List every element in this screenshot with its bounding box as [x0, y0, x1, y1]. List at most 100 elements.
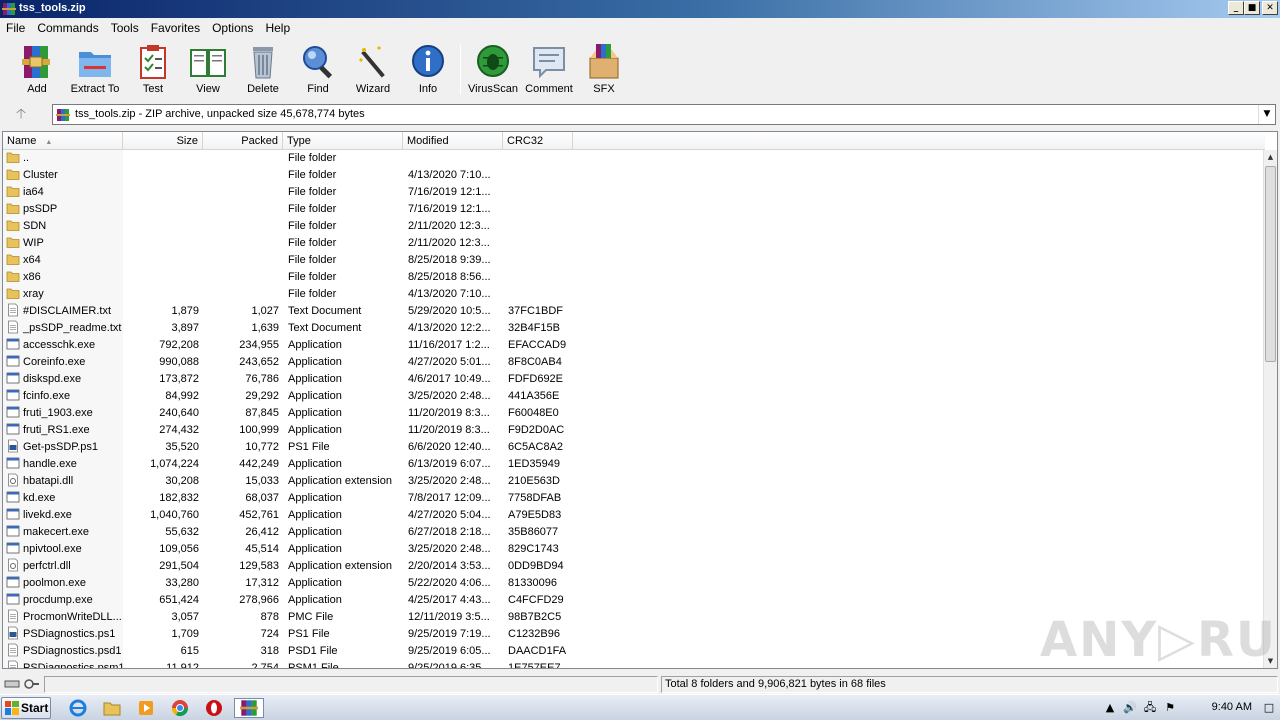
column-crc32[interactable]: CRC32 [503, 132, 573, 150]
file-row[interactable]: npivtool.exe 109,056 45,514 Application 3/25… [3, 541, 1265, 558]
file-size: 35,520 [165, 441, 199, 453]
file-packed: 100,999 [239, 424, 279, 436]
file-row[interactable]: Get-psSDP.ps1 35,520 10,772 PS1 File 6/6/202… [3, 439, 1265, 456]
file-type: Application [288, 543, 342, 555]
file-row[interactable]: #DISCLAIMER.txt 1,879 1,027 Text Document 5/… [3, 303, 1265, 320]
address-dropdown-button[interactable]: ▼ [1258, 105, 1275, 124]
file-size: 3,897 [171, 322, 199, 334]
file-size: 33,280 [165, 577, 199, 589]
file-type: File folder [288, 186, 337, 198]
file-row[interactable]: x86 File folder 8/25/2018 8:56... [3, 269, 1265, 286]
file-name: PSDiagnostics.ps1 [6, 626, 124, 643]
file-modified: 8/25/2018 9:39... [408, 254, 491, 266]
up-level-button[interactable]: 🡡 [8, 105, 34, 123]
scroll-thumb[interactable] [1265, 166, 1276, 362]
menu-commands[interactable]: Commands [31, 21, 104, 35]
delete-button[interactable]: Delete [235, 42, 291, 95]
application-icon [6, 423, 20, 435]
info-button[interactable]: Info [400, 42, 456, 95]
show-desktop-button[interactable]: □ [1262, 700, 1276, 716]
file-row[interactable]: fcinfo.exe 84,992 29,292 Application 3/25/20… [3, 388, 1265, 405]
folder-icon [6, 220, 20, 231]
file-size: 173,872 [159, 373, 199, 385]
menu-favorites[interactable]: Favorites [145, 21, 206, 35]
taskbar-ie[interactable] [68, 698, 90, 718]
file-row[interactable]: WIP File folder 2/11/2020 12:3... [3, 235, 1265, 252]
file-row[interactable]: psSDP File folder 7/16/2019 12:1... [3, 201, 1265, 218]
find-button[interactable]: Find [290, 42, 346, 95]
column-packed[interactable]: Packed [203, 132, 283, 150]
menu-options[interactable]: Options [206, 21, 259, 35]
show-hidden-icons-button[interactable]: ▲ [1102, 700, 1118, 716]
chevron-up-icon: ▲ [1105, 701, 1115, 714]
close-button[interactable]: ✕ [1262, 1, 1278, 15]
menu-help[interactable]: Help [259, 21, 296, 35]
wizard-button[interactable]: Wizard [345, 42, 401, 95]
taskbar-media-player[interactable] [136, 698, 158, 718]
file-size: 792,208 [159, 339, 199, 351]
file-row[interactable]: poolmon.exe 33,280 17,312 Application 5/22/2… [3, 575, 1265, 592]
taskbar-chrome[interactable] [170, 698, 192, 718]
column-size[interactable]: Size [123, 132, 203, 150]
file-row[interactable]: makecert.exe 55,632 26,412 Application 6/27/… [3, 524, 1265, 541]
file-size: 990,088 [159, 356, 199, 368]
action-center-flag-icon[interactable]: ⚑ [1162, 700, 1178, 716]
file-row[interactable]: .. File folder [3, 150, 1265, 167]
file-crc32: C1232B96 [508, 628, 560, 640]
file-row[interactable]: xray File folder 4/13/2020 7:10... [3, 286, 1265, 303]
menu-file[interactable]: File [0, 21, 31, 35]
menu-bar: File Commands Tools Favorites Options He… [0, 18, 1280, 38]
file-row[interactable]: perfctrl.dll 291,504 129,583 Application ex… [3, 558, 1265, 575]
column-name[interactable]: Name ▲ [3, 132, 123, 150]
vertical-scrollbar[interactable]: ▲ ▼ [1263, 150, 1277, 668]
address-field[interactable]: tss_tools.zip - ZIP archive, unpacked si… [52, 104, 1276, 125]
file-row[interactable]: hbatapi.dll 30,208 15,033 Application exten… [3, 473, 1265, 490]
file-type: Application [288, 424, 342, 436]
taskbar-winrar[interactable] [234, 698, 264, 718]
minimize-button[interactable]: _ [1228, 1, 1244, 15]
file-modified: 11/20/2019 8:3... [408, 424, 490, 436]
file-size: 274,432 [159, 424, 199, 436]
volume-icon[interactable]: 🔊 [1122, 700, 1138, 716]
taskbar-opera[interactable] [204, 698, 226, 718]
file-type: File folder [288, 254, 337, 266]
network-icon[interactable]: 🖧 [1142, 700, 1158, 716]
test-button[interactable]: Test [125, 42, 181, 95]
file-row[interactable]: handle.exe 1,074,224 442,249 Application 6/1… [3, 456, 1265, 473]
comment-button[interactable]: Comment [521, 42, 577, 95]
taskbar-explorer[interactable] [102, 698, 124, 718]
file-modified: 3/25/2020 2:48... [408, 543, 491, 555]
virusscan-button[interactable]: VirusScan [465, 42, 521, 95]
column-type[interactable]: Type [283, 132, 403, 150]
view-button[interactable]: View [180, 42, 236, 95]
file-name: livekd.exe [6, 507, 124, 524]
sfx-button[interactable]: SFX [576, 42, 632, 95]
file-packed: 452,761 [239, 509, 279, 521]
file-row[interactable]: fruti_RS1.exe 274,432 100,999 Application 11… [3, 422, 1265, 439]
file-row[interactable]: kd.exe 182,832 68,037 Application 7/8/2017 1… [3, 490, 1265, 507]
column-modified[interactable]: Modified [403, 132, 503, 150]
folder-icon [6, 271, 20, 282]
taskbar: Start ▲ 🔊 🖧 ⚑ 9:40 AM □ [0, 694, 1280, 720]
add-button[interactable]: Add [9, 42, 65, 95]
file-row[interactable]: Cluster File folder 4/13/2020 7:10... [3, 167, 1265, 184]
winrar-icon [2, 3, 16, 15]
file-row[interactable]: _psSDP_readme.txt 3,897 1,639 Text Document… [3, 320, 1265, 337]
file-row[interactable]: procdump.exe 651,424 278,966 Application 4/2… [3, 592, 1265, 609]
restore-button[interactable]: ■ [1244, 1, 1260, 15]
file-list[interactable]: Name ▲ Size Packed Type Modified CRC32 .… [2, 131, 1278, 669]
file-row[interactable]: accesschk.exe 792,208 234,955 Application 11… [3, 337, 1265, 354]
scroll-up-button[interactable]: ▲ [1264, 150, 1277, 164]
file-row[interactable]: SDN File folder 2/11/2020 12:3... [3, 218, 1265, 235]
file-row[interactable]: Coreinfo.exe 990,088 243,652 Application 4/2… [3, 354, 1265, 371]
menu-tools[interactable]: Tools [105, 21, 145, 35]
file-row[interactable]: ia64 File folder 7/16/2019 12:1... [3, 184, 1265, 201]
clock[interactable]: 9:40 AM [1212, 701, 1252, 713]
file-type: PSD1 File [288, 645, 338, 657]
start-button[interactable]: Start [1, 697, 51, 719]
extract-to-button[interactable]: Extract To [67, 42, 123, 95]
file-row[interactable]: x64 File folder 8/25/2018 9:39... [3, 252, 1265, 269]
file-row[interactable]: diskspd.exe 173,872 76,786 Application 4/6/2… [3, 371, 1265, 388]
file-row[interactable]: fruti_1903.exe 240,640 87,845 Application 11… [3, 405, 1265, 422]
file-row[interactable]: livekd.exe 1,040,760 452,761 Application 4/2… [3, 507, 1265, 524]
